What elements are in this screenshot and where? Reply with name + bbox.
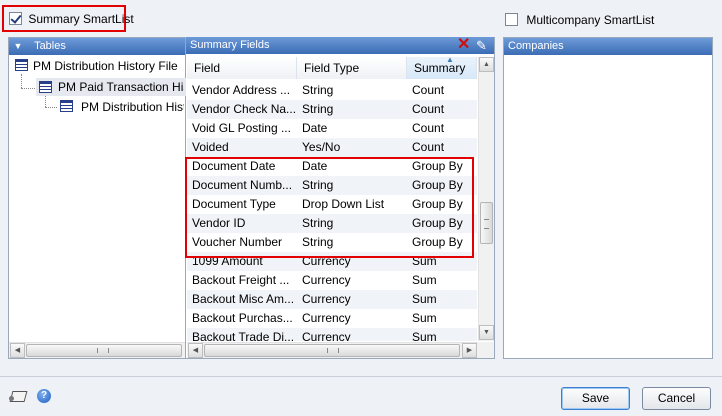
multicompany-smartlist-checkbox[interactable]: Multicompany SmartList bbox=[505, 12, 655, 27]
save-button[interactable]: Save bbox=[561, 387, 630, 410]
tables-horizontal-scrollbar[interactable]: ◀ bbox=[9, 342, 185, 358]
cell-summary-type: Sum bbox=[412, 311, 437, 325]
scroll-thumb[interactable] bbox=[480, 202, 493, 244]
cell-field: Backout Freight ... bbox=[192, 273, 290, 287]
cell-field: Backout Purchas... bbox=[192, 311, 293, 325]
cell-field-type: Yes/No bbox=[302, 140, 341, 154]
multicompany-smartlist-check[interactable] bbox=[505, 13, 518, 27]
companies-header: Companies bbox=[504, 38, 712, 55]
cell-field: Void GL Posting ... bbox=[192, 121, 291, 135]
table-row[interactable]: Backout Misc Am... Currency Sum bbox=[187, 290, 477, 309]
cell-summary-type: Count bbox=[412, 121, 445, 135]
table-row[interactable]: Void GL Posting ... Date Count bbox=[187, 119, 477, 138]
help-icon[interactable]: ? bbox=[37, 389, 51, 403]
cell-field-type: Date bbox=[302, 121, 328, 135]
table-row[interactable]: Backout Purchas... Currency Sum bbox=[187, 309, 477, 328]
scroll-left-button[interactable]: ◀ bbox=[188, 343, 203, 358]
cell-field: Vendor Address ... bbox=[192, 83, 291, 97]
cell-summary-type: Sum bbox=[412, 292, 437, 306]
scroll-left-button[interactable]: ◀ bbox=[10, 343, 25, 358]
cell-summary-type: Sum bbox=[412, 273, 437, 287]
cell-field: Voided bbox=[192, 140, 229, 154]
table-row[interactable]: Voided Yes/No Count bbox=[187, 138, 477, 157]
scroll-thumb[interactable] bbox=[204, 344, 460, 357]
cell-field-type: Currency bbox=[302, 273, 351, 287]
cell-field: Vendor Check Na... bbox=[192, 102, 296, 116]
cell-field-type: String bbox=[302, 83, 334, 97]
scroll-down-button[interactable]: ▼ bbox=[479, 325, 494, 340]
cell-summary-type: Count bbox=[412, 140, 445, 154]
scroll-thumb[interactable] bbox=[26, 344, 182, 357]
cell-field-type: Currency bbox=[302, 311, 351, 325]
scroll-right-button[interactable]: ▶ bbox=[462, 343, 477, 358]
scroll-corner bbox=[478, 342, 494, 358]
summary-vertical-scrollbar[interactable]: ▲ ▼ bbox=[478, 57, 494, 341]
scroll-up-button[interactable]: ▲ bbox=[479, 57, 494, 72]
cell-field: Backout Trade Di... bbox=[192, 330, 295, 341]
cell-field-type: String bbox=[302, 102, 334, 116]
summary-horizontal-scrollbar[interactable]: ◀ ▶ bbox=[187, 342, 478, 358]
table-row[interactable]: Backout Trade Di... Currency Sum bbox=[187, 328, 477, 341]
bottom-divider bbox=[0, 376, 722, 377]
note-icon[interactable] bbox=[9, 388, 28, 402]
group-by-rows-highlight bbox=[185, 157, 474, 258]
multicompany-smartlist-label: Multicompany SmartList bbox=[526, 12, 655, 27]
companies-header-label: Companies bbox=[508, 40, 564, 52]
cell-field-type: Currency bbox=[302, 292, 351, 306]
cell-field: Backout Misc Am... bbox=[192, 292, 295, 306]
cell-field-type: Currency bbox=[302, 330, 351, 341]
companies-panel bbox=[503, 37, 713, 359]
table-row[interactable]: Backout Freight ... Currency Sum bbox=[187, 271, 477, 290]
table-row[interactable]: Vendor Check Na... String Count bbox=[187, 100, 477, 119]
cell-summary-type: Count bbox=[412, 83, 445, 97]
cell-summary-type: Count bbox=[412, 102, 445, 116]
table-row[interactable]: Vendor Address ... String Count bbox=[187, 81, 477, 100]
cell-summary-type: Sum bbox=[412, 330, 437, 341]
cancel-button[interactable]: Cancel bbox=[642, 387, 711, 410]
